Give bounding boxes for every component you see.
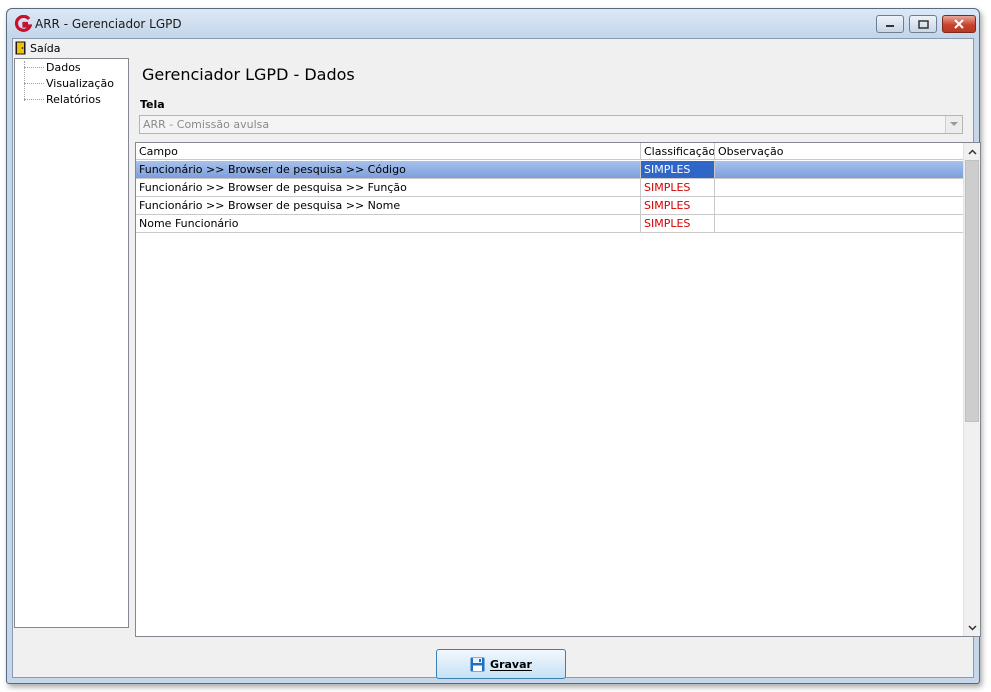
- column-header-campo[interactable]: Campo: [136, 143, 641, 160]
- chevron-down-icon: [950, 122, 958, 126]
- cell-campo[interactable]: Funcionário >> Browser de pesquisa >> Fu…: [136, 179, 641, 196]
- cell-classificacao[interactable]: SIMPLES: [641, 179, 715, 196]
- column-header-observacao[interactable]: Observação: [715, 143, 965, 160]
- app-window: ARR - Gerenciador LGPD Saída Dados Visua…: [6, 8, 981, 684]
- chevron-down-icon: [967, 624, 977, 631]
- tree-connector: [24, 98, 44, 100]
- navigation-tree: Dados Visualização Relatórios: [14, 58, 129, 628]
- menu-exit[interactable]: Saída: [15, 40, 61, 56]
- column-header-classificacao[interactable]: Classificação: [641, 143, 715, 160]
- minimize-icon: [886, 25, 894, 27]
- scrollbar-thumb[interactable]: [965, 160, 979, 422]
- page-title: Gerenciador LGPD - Dados: [142, 65, 355, 84]
- cell-campo[interactable]: Funcionário >> Browser de pesquisa >> Có…: [136, 161, 641, 178]
- cell-observacao[interactable]: [715, 179, 965, 196]
- window-title: ARR - Gerenciador LGPD: [35, 17, 182, 31]
- cell-observacao[interactable]: [715, 161, 965, 178]
- chevron-up-icon: [967, 148, 977, 155]
- tree-item-relatorios[interactable]: Relatórios: [15, 91, 101, 107]
- vertical-scrollbar[interactable]: [963, 143, 980, 636]
- menu-bar: Saída: [13, 39, 973, 57]
- tree-connector: [24, 82, 44, 84]
- cell-observacao[interactable]: [715, 215, 965, 232]
- data-grid: Campo Classificação Observação Funcionár…: [135, 142, 981, 637]
- tree-item-label: Relatórios: [46, 92, 101, 106]
- app-logo-icon: [14, 15, 32, 32]
- exit-label: Saída: [30, 41, 61, 55]
- table-row[interactable]: Funcionário >> Browser de pesquisa >> No…: [136, 197, 965, 215]
- minimize-button[interactable]: [876, 15, 904, 33]
- title-bar[interactable]: ARR - Gerenciador LGPD: [7, 9, 979, 38]
- tela-select-dropdown-button[interactable]: [945, 116, 962, 133]
- close-button[interactable]: [942, 15, 976, 33]
- tela-select[interactable]: ARR - Comissão avulsa: [139, 115, 963, 134]
- close-icon: [954, 19, 964, 29]
- scroll-down-button[interactable]: [964, 619, 980, 636]
- cell-classificacao[interactable]: SIMPLES: [641, 215, 715, 232]
- exit-door-icon: [15, 41, 26, 55]
- grid-header: Campo Classificação Observação: [136, 143, 965, 160]
- tela-label: Tela: [140, 98, 165, 111]
- tree-connector: [24, 66, 44, 68]
- tree-item-visualizacao[interactable]: Visualização: [15, 75, 114, 91]
- cell-observacao[interactable]: [715, 197, 965, 214]
- floppy-disk-icon: [470, 657, 485, 671]
- table-row[interactable]: Funcionário >> Browser de pesquisa >> Có…: [136, 161, 965, 179]
- maximize-button[interactable]: [909, 15, 937, 33]
- tela-select-value: ARR - Comissão avulsa: [143, 118, 270, 131]
- cell-classificacao[interactable]: SIMPLES: [641, 161, 715, 178]
- save-button-label: Gravar: [490, 657, 532, 671]
- table-row[interactable]: Nome Funcionário SIMPLES: [136, 215, 965, 233]
- client-area: Saída Dados Visualização Relatórios Gere…: [12, 38, 981, 679]
- table-row[interactable]: Funcionário >> Browser de pesquisa >> Fu…: [136, 179, 965, 197]
- cell-campo[interactable]: Funcionário >> Browser de pesquisa >> No…: [136, 197, 641, 214]
- cell-campo[interactable]: Nome Funcionário: [136, 215, 641, 232]
- cell-classificacao[interactable]: SIMPLES: [641, 197, 715, 214]
- save-button[interactable]: Gravar: [436, 649, 566, 679]
- tree-item-label: Dados: [46, 60, 81, 74]
- tree-item-label: Visualização: [46, 76, 114, 90]
- maximize-icon: [917, 19, 929, 29]
- tree-item-dados[interactable]: Dados: [15, 59, 81, 75]
- scroll-up-button[interactable]: [964, 143, 980, 160]
